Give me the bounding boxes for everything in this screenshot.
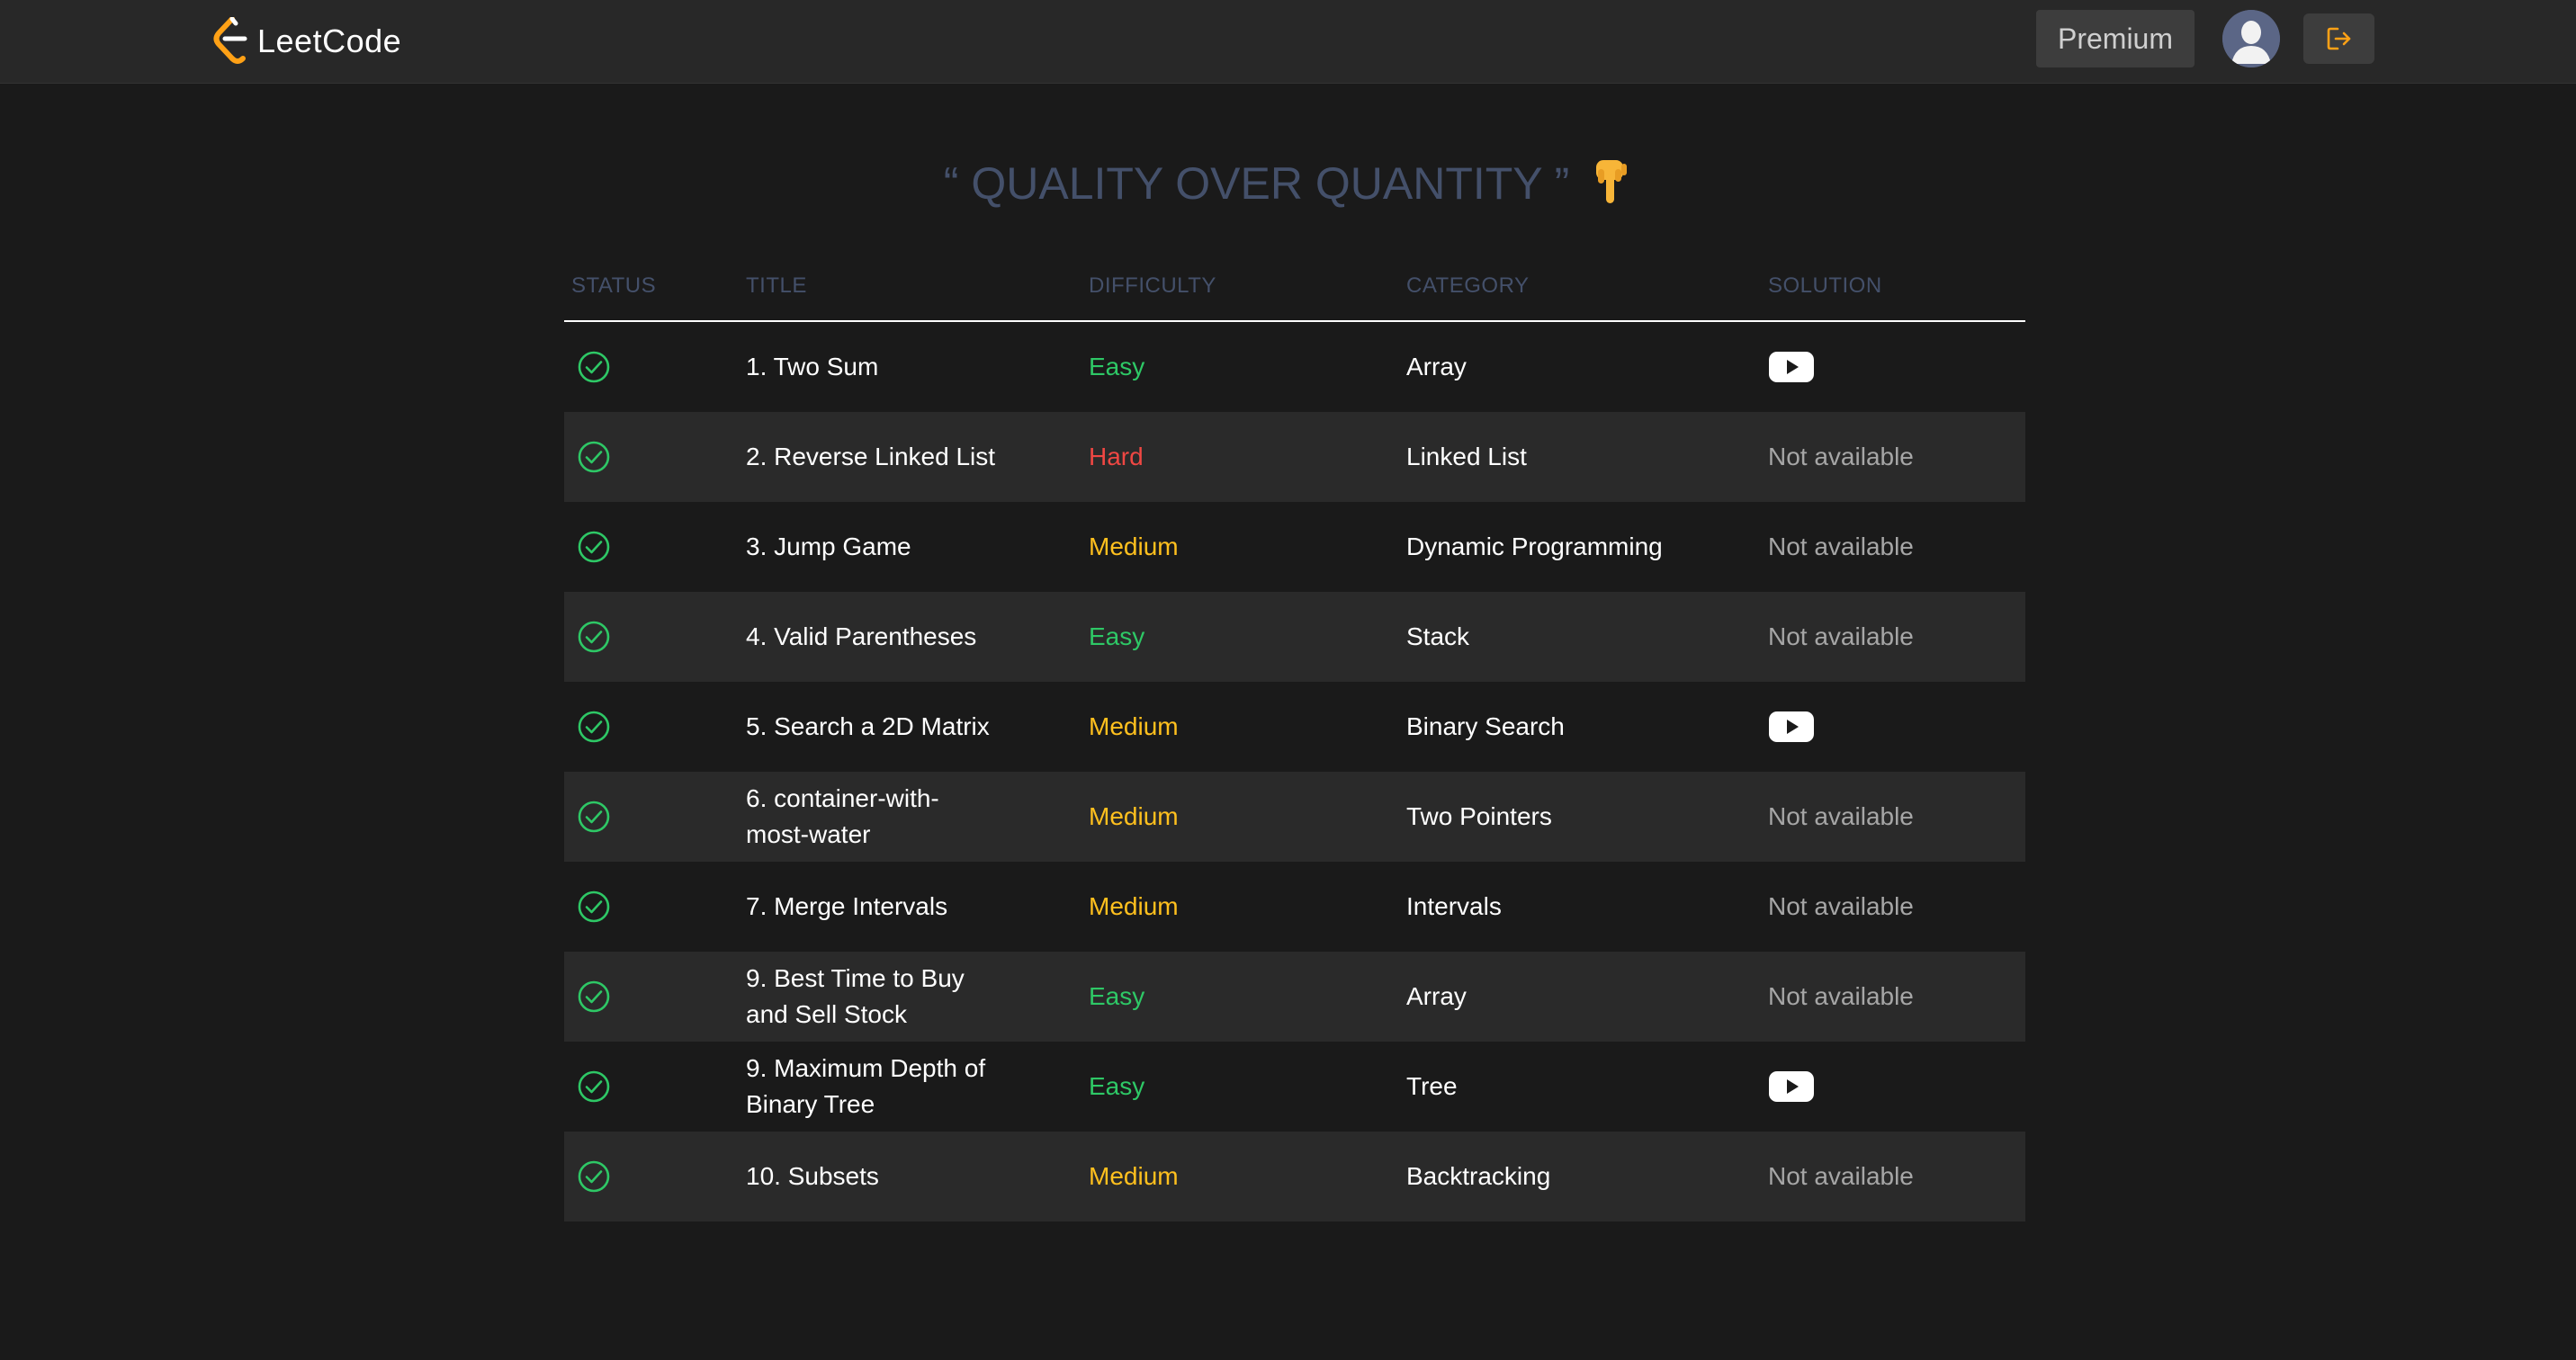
youtube-icon [1769,1071,1814,1102]
table-row: 1. Two Sum Easy Array [564,322,2025,412]
page-quote: “ QUALITY OVER QUANTITY ” [0,151,2576,216]
table-row: 7. Merge Intervals Medium Intervals Not ava… [564,862,2025,952]
check-circle-icon [578,351,610,383]
category-label: Two Pointers [1406,802,1552,830]
solution-unavailable-label: Not available [1768,982,1914,1010]
youtube-icon [1769,711,1814,742]
table-header: STATUS TITLE DIFFICULTY CATEGORY SOLUTIO… [564,261,2025,322]
check-circle-icon [578,621,610,653]
category-label: Stack [1406,622,1470,650]
logout-icon [2327,27,2350,50]
category-label: Backtracking [1406,1162,1551,1190]
solution-unavailable-label: Not available [1768,802,1914,830]
problem-title-link[interactable]: 6. container-with-most-water [746,772,998,862]
difficulty-label: Medium [1089,712,1179,740]
category-label: Dynamic Programming [1406,532,1663,560]
quote-text: “ QUALITY OVER QUANTITY ” [943,158,1570,209]
category-label: Intervals [1406,892,1502,920]
difficulty-label: Easy [1089,982,1145,1010]
solved-status-check-icon [577,1042,616,1132]
solution-unavailable-label: Not available [1768,443,1914,470]
solution-unavailable-label: Not available [1768,532,1914,560]
solved-status-check-icon [577,862,616,952]
solution-unavailable-label: Not available [1768,1162,1914,1190]
avatar[interactable] [2222,10,2280,67]
problem-title-link[interactable]: 1. Two Sum [746,322,998,412]
category-label: Array [1406,353,1467,380]
column-header-category: CATEGORY [1406,273,1530,298]
difficulty-label: Medium [1089,892,1179,920]
column-header-solution: SOLUTION [1768,273,1882,298]
solved-status-check-icon [577,322,616,412]
table-body: 1. Two Sum Easy Array 2. Reverse Linked Lis… [564,322,2025,1221]
table-row: 10. Subsets Medium Backtracking Not availab… [564,1132,2025,1221]
table-row: 3. Jump Game Medium Dynamic Programming Not… [564,502,2025,592]
problem-title-link[interactable]: 9. Best Time to Buy and Sell Stock [746,952,998,1042]
solved-status-check-icon [577,592,616,682]
logo-link[interactable]: LeetCode [212,16,401,67]
premium-button[interactable]: Premium [2036,10,2195,67]
column-header-difficulty: DIFFICULTY [1089,273,1216,298]
column-header-status: STATUS [571,273,657,298]
pointing-down-icon [1596,159,1628,203]
check-circle-icon [578,441,610,473]
check-circle-icon [578,890,610,923]
problems-table: STATUS TITLE DIFFICULTY CATEGORY SOLUTIO… [564,261,2025,1221]
check-circle-icon [578,801,610,833]
check-circle-icon [578,711,610,743]
problem-title-link[interactable]: 2. Reverse Linked List [746,412,998,502]
solved-status-check-icon [577,772,616,862]
logo-text: LeetCode [257,22,402,59]
difficulty-label: Medium [1089,802,1179,830]
check-circle-icon [578,531,610,563]
solved-status-check-icon [577,1132,616,1221]
solution-video-button[interactable] [1768,1042,2020,1132]
problem-title-link[interactable]: 7. Merge Intervals [746,862,998,952]
table-row: 5. Search a 2D Matrix Medium Binary Search [564,682,2025,772]
check-circle-icon [578,1070,610,1103]
table-row: 4. Valid Parentheses Easy Stack Not availab… [564,592,2025,682]
category-label: Linked List [1406,443,1527,470]
table-row: 9. Maximum Depth of Binary Tree Easy Tree [564,1042,2025,1132]
problem-title-link[interactable]: 10. Subsets [746,1132,998,1221]
solved-status-check-icon [577,682,616,772]
difficulty-label: Medium [1089,532,1179,560]
solution-video-button[interactable] [1768,322,2020,412]
solution-video-button[interactable] [1768,682,2020,772]
difficulty-label: Hard [1089,443,1144,470]
solved-status-check-icon [577,502,616,592]
user-silhouette-icon [2222,10,2280,67]
problem-title-link[interactable]: 5. Search a 2D Matrix [746,682,998,772]
leetcode-logo-icon [213,17,247,64]
youtube-icon [1769,352,1814,382]
logout-button[interactable] [2303,13,2374,64]
solved-status-check-icon [577,412,616,502]
category-label: Binary Search [1406,712,1565,740]
check-circle-icon [578,980,610,1013]
check-circle-icon [578,1160,610,1193]
problem-title-link[interactable]: 4. Valid Parentheses [746,592,998,682]
difficulty-label: Easy [1089,353,1145,380]
solved-status-check-icon [577,952,616,1042]
difficulty-label: Easy [1089,622,1145,650]
table-row: 2. Reverse Linked List Hard Linked List Not… [564,412,2025,502]
solution-unavailable-label: Not available [1768,892,1914,920]
problem-title-link[interactable]: 3. Jump Game [746,502,998,592]
problem-title-link[interactable]: 9. Maximum Depth of Binary Tree [746,1042,998,1132]
column-header-title: TITLE [746,273,807,298]
solution-unavailable-label: Not available [1768,622,1914,650]
category-label: Tree [1406,1072,1458,1100]
table-row: 9. Best Time to Buy and Sell Stock Easy Ar… [564,952,2025,1042]
table-row: 6. container-with-most-water Medium Two Po… [564,772,2025,862]
category-label: Array [1406,982,1467,1010]
difficulty-label: Easy [1089,1072,1145,1100]
difficulty-label: Medium [1089,1162,1179,1190]
top-navbar: LeetCode Premium [0,0,2576,84]
